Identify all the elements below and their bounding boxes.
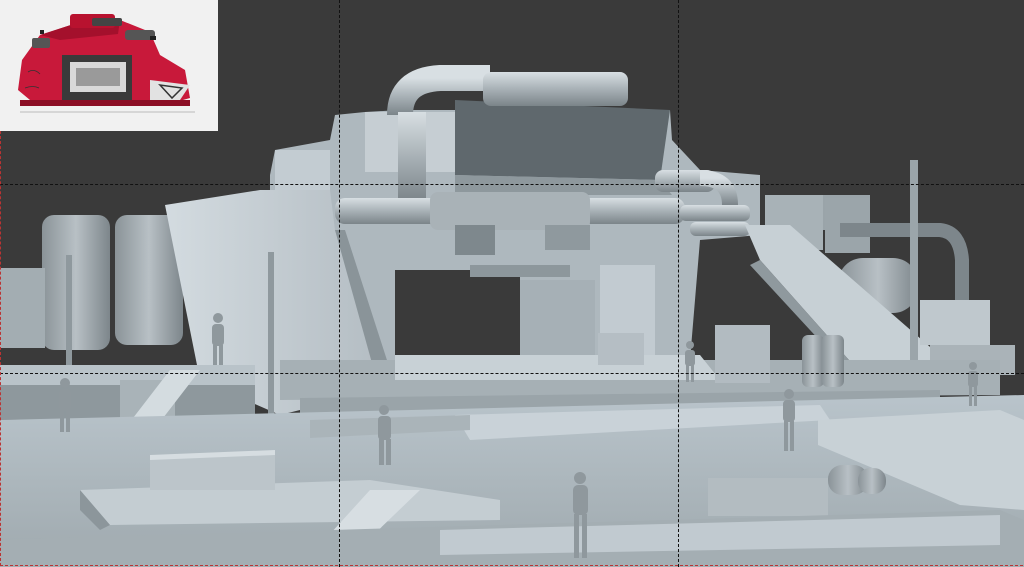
reference-image-thumbnail[interactable] [0, 0, 218, 131]
main-floor [0, 395, 1024, 567]
vehicle-concept-sketch-icon [0, 0, 218, 131]
3d-viewport[interactable] [0, 0, 1024, 567]
